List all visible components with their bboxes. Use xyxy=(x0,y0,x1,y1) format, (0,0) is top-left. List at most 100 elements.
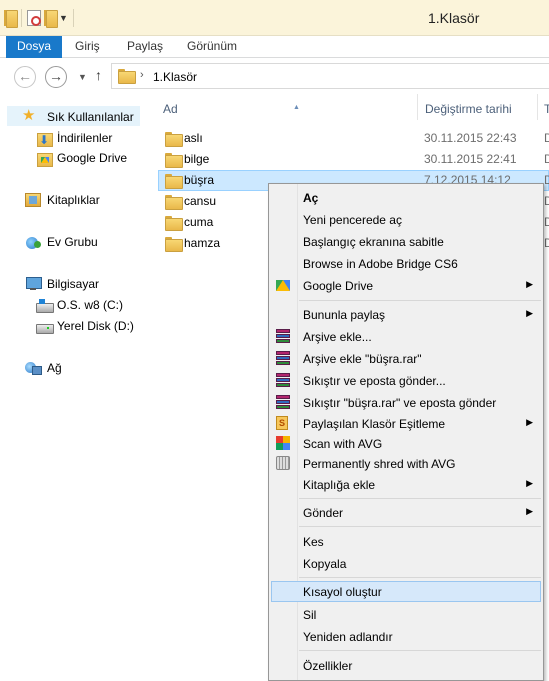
column-divider[interactable] xyxy=(417,94,418,120)
forward-arrow-icon: → xyxy=(49,68,63,84)
customize-toolbar-icon[interactable]: ▼ xyxy=(59,13,68,23)
menu-item-label: Browse in Adobe Bridge CS6 xyxy=(303,257,458,271)
menu-item-label: Arşive ekle "büşra.rar" xyxy=(303,352,422,366)
folder-icon xyxy=(165,174,183,189)
list-item[interactable]: aslı 30.11.2015 22:43 D xyxy=(158,128,549,149)
nav-item-computer[interactable]: Bilgisayar xyxy=(0,274,155,294)
file-type: D xyxy=(544,215,549,229)
menu-item-label: Arşive ekle... xyxy=(303,330,372,344)
menu-item-label: Gönder xyxy=(303,506,344,520)
forward-button[interactable]: → xyxy=(45,66,67,88)
column-label: Ad xyxy=(163,102,178,116)
toolbar-divider xyxy=(21,9,22,27)
list-item[interactable]: bilge 30.11.2015 22:41 D xyxy=(158,149,549,170)
nav-item-label: Bilgisayar xyxy=(47,277,100,291)
menu-item-compress-rar-email[interactable]: Sıkıştır "büşra.rar" ve eposta gönder xyxy=(271,392,541,413)
network-icon xyxy=(25,361,42,375)
nav-item-drive-d[interactable]: Yerel Disk (D:) xyxy=(0,316,155,336)
folder-icon xyxy=(165,132,183,147)
submenu-arrow-icon: ▶ xyxy=(526,478,533,488)
tab-file[interactable]: Dosya xyxy=(6,36,63,58)
menu-item-copy[interactable]: Kopyala xyxy=(271,553,541,574)
menu-item-label: Sıkıştır ve eposta gönder... xyxy=(303,374,446,388)
nav-item-google-drive[interactable]: Google Drive xyxy=(0,148,155,168)
back-button[interactable]: ← xyxy=(14,66,36,88)
winrar-icon xyxy=(276,329,292,345)
menu-item-label: Sil xyxy=(303,608,317,622)
properties-icon[interactable] xyxy=(27,10,41,26)
folder-icon xyxy=(165,216,183,231)
menu-item-shred-avg[interactable]: Permanently shred with AVG xyxy=(271,453,541,474)
nav-item-network[interactable]: Ağ xyxy=(0,358,155,378)
star-icon: ★ xyxy=(22,107,36,124)
new-folder-icon[interactable] xyxy=(44,10,58,28)
menu-item-cut[interactable]: Kes xyxy=(271,531,541,552)
nav-item-drive-c[interactable]: O.S. w8 (C:) xyxy=(0,295,155,315)
tab-home[interactable]: Giriş xyxy=(75,36,100,58)
up-button[interactable]: ↑ xyxy=(95,67,102,83)
libraries-icon xyxy=(25,193,41,207)
menu-item-label: Paylaşılan Klasör Eşitleme xyxy=(303,417,446,431)
menu-item-add-to-rar[interactable]: Arşive ekle "büşra.rar" xyxy=(271,348,541,369)
menu-item-label: Google Drive xyxy=(303,279,374,293)
menu-item-share-with[interactable]: Bununla paylaş ▶ xyxy=(271,304,541,325)
winrar-icon xyxy=(276,351,292,367)
menu-item-add-to-archive[interactable]: Arşive ekle... xyxy=(271,326,541,347)
menu-item-create-shortcut[interactable]: Kısayol oluştur xyxy=(271,581,541,602)
menu-item-send-to[interactable]: Gönder ▶ xyxy=(271,502,541,523)
context-menu: Aç Yeni pencerede aç Başlangıç ekranına … xyxy=(268,183,544,681)
winrar-icon xyxy=(276,373,292,389)
column-header-date[interactable]: Değiştirme tarihi xyxy=(425,102,512,120)
tab-view[interactable]: Görünüm xyxy=(187,36,237,58)
menu-item-label: Özellikler xyxy=(303,659,353,673)
ribbon-tabs: Dosya Giriş Paylaş Görünüm xyxy=(0,36,549,58)
local-drive-icon xyxy=(36,321,54,334)
menu-item-label: Kısayol oluştur xyxy=(303,585,382,599)
nav-item-label: Ev Grubu xyxy=(47,235,98,249)
menu-item-browse-bridge[interactable]: Browse in Adobe Bridge CS6 xyxy=(271,253,541,274)
menu-item-label: Yeniden adlandır xyxy=(303,630,393,644)
file-name: aslı xyxy=(184,131,203,145)
nav-item-favorites[interactable]: ★ Sık Kullanılanlar xyxy=(7,106,140,126)
column-header-type[interactable]: T xyxy=(544,102,549,120)
menu-item-properties[interactable]: Özellikler xyxy=(271,655,541,676)
title-bar: ▼ 1.Klasör xyxy=(0,0,549,36)
folder-icon xyxy=(165,195,183,210)
back-arrow-icon: ← xyxy=(18,68,32,84)
column-divider[interactable] xyxy=(537,94,538,120)
breadcrumb[interactable]: 1.Klasör xyxy=(153,70,197,84)
nav-item-homegroup[interactable]: Ev Grubu xyxy=(0,232,155,252)
menu-item-include-in-library[interactable]: Kitaplığa ekle ▶ xyxy=(271,474,541,495)
nav-item-downloads[interactable]: İndirilenler xyxy=(0,128,155,150)
file-date: 30.11.2015 22:43 xyxy=(424,131,517,145)
menu-item-scan-avg[interactable]: Scan with AVG xyxy=(271,433,541,454)
toolbar-divider xyxy=(72,9,74,27)
menu-item-shared-folder-sync[interactable]: S Paylaşılan Klasör Eşitleme ▶ xyxy=(271,413,541,434)
menu-item-label: Bununla paylaş xyxy=(303,308,386,322)
quick-access-toolbar: ▼ xyxy=(4,9,76,28)
menu-item-rename[interactable]: Yeniden adlandır xyxy=(271,626,541,647)
file-name: cansu xyxy=(184,194,217,208)
menu-item-google-drive[interactable]: Google Drive ▶ xyxy=(271,275,541,296)
menu-item-label: Yeni pencerede aç xyxy=(303,213,402,227)
menu-item-pin-to-start[interactable]: Başlangıç ekranına sabitle xyxy=(271,231,541,252)
file-type: D xyxy=(544,173,549,187)
nav-item-label: O.S. w8 (C:) xyxy=(57,298,124,312)
menu-item-open[interactable]: Aç xyxy=(271,187,541,208)
menu-item-open-new-window[interactable]: Yeni pencerede aç xyxy=(271,209,541,230)
recent-locations-dropdown[interactable]: ▼ xyxy=(78,72,87,82)
menu-item-compress-email[interactable]: Sıkıştır ve eposta gönder... xyxy=(271,370,541,391)
menu-separator xyxy=(299,300,541,301)
navigation-bar: ← → ▼ ↑ › 1.Klasör xyxy=(0,58,549,94)
column-header-name[interactable]: Ad ▲ xyxy=(163,102,300,120)
address-bar[interactable]: › 1.Klasör xyxy=(111,63,549,89)
menu-item-delete[interactable]: Sil xyxy=(271,604,541,625)
breadcrumb-chevron-icon[interactable]: › xyxy=(140,69,144,81)
shredder-icon xyxy=(276,456,292,472)
nav-item-libraries[interactable]: Kitaplıklar xyxy=(0,190,155,210)
downloads-folder-icon xyxy=(37,130,53,150)
nav-item-label: İndirilenler xyxy=(57,131,113,145)
tab-share[interactable]: Paylaş xyxy=(127,36,163,58)
file-name: büşra xyxy=(184,173,215,187)
menu-item-label: Permanently shred with AVG xyxy=(303,457,456,471)
